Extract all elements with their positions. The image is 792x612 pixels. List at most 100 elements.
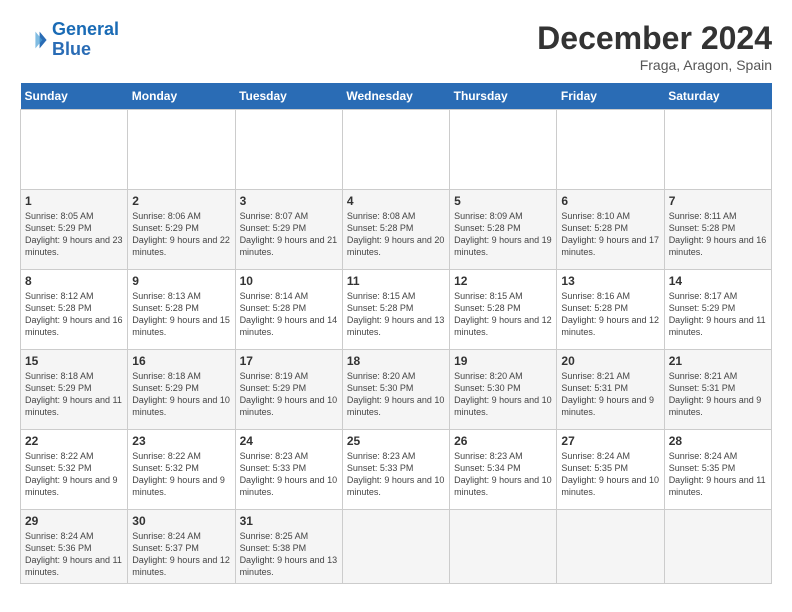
calendar-cell: 25 Sunrise: 8:23 AMSunset: 5:33 PMDayligh… (342, 430, 449, 510)
day-number: 10 (240, 274, 338, 288)
day-info: Sunrise: 8:17 AMSunset: 5:29 PMDaylight:… (669, 290, 767, 339)
day-number: 30 (132, 514, 230, 528)
calendar-cell (342, 510, 449, 584)
logo: General Blue (20, 20, 119, 60)
day-number: 2 (132, 194, 230, 208)
day-info: Sunrise: 8:13 AMSunset: 5:28 PMDaylight:… (132, 290, 230, 339)
day-number: 12 (454, 274, 552, 288)
day-info: Sunrise: 8:07 AMSunset: 5:29 PMDaylight:… (240, 210, 338, 259)
day-info: Sunrise: 8:12 AMSunset: 5:28 PMDaylight:… (25, 290, 123, 339)
calendar-cell (450, 110, 557, 190)
calendar-cell: 20 Sunrise: 8:21 AMSunset: 5:31 PMDayligh… (557, 350, 664, 430)
location: Fraga, Aragon, Spain (537, 57, 772, 73)
page-header: General Blue December 2024 Fraga, Aragon… (20, 20, 772, 73)
day-info: Sunrise: 8:08 AMSunset: 5:28 PMDaylight:… (347, 210, 445, 259)
logo-text: General Blue (52, 20, 119, 60)
day-number: 21 (669, 354, 767, 368)
calendar-cell: 8 Sunrise: 8:12 AMSunset: 5:28 PMDaylight… (21, 270, 128, 350)
col-header-tuesday: Tuesday (235, 83, 342, 110)
col-header-wednesday: Wednesday (342, 83, 449, 110)
day-number: 6 (561, 194, 659, 208)
day-number: 25 (347, 434, 445, 448)
day-number: 7 (669, 194, 767, 208)
calendar-cell: 10Sunrise: 8:14 AMSunset: 5:28 PMDayligh… (235, 270, 342, 350)
day-number: 22 (25, 434, 123, 448)
day-info: Sunrise: 8:11 AMSunset: 5:28 PMDaylight:… (669, 210, 767, 259)
calendar-cell: 24 Sunrise: 8:23 AMSunset: 5:33 PMDayligh… (235, 430, 342, 510)
day-number: 4 (347, 194, 445, 208)
calendar-cell: 19Sunrise: 8:20 AMSunset: 5:30 PMDayligh… (450, 350, 557, 430)
day-info: Sunrise: 8:19 AMSunset: 5:29 PMDaylight:… (240, 370, 338, 419)
col-header-sunday: Sunday (21, 83, 128, 110)
day-info: Sunrise: 8:22 AMSunset: 5:32 PMDaylight:… (132, 450, 230, 499)
calendar-cell (21, 110, 128, 190)
calendar-cell: 13Sunrise: 8:16 AMSunset: 5:28 PMDayligh… (557, 270, 664, 350)
day-info: Sunrise: 8:21 AMSunset: 5:31 PMDaylight:… (561, 370, 659, 419)
day-info: Sunrise: 8:23 AMSunset: 5:33 PMDaylight:… (240, 450, 338, 499)
calendar-cell: 3 Sunrise: 8:07 AMSunset: 5:29 PMDaylight… (235, 190, 342, 270)
calendar-cell: 16 Sunrise: 8:18 AMSunset: 5:29 PMDayligh… (128, 350, 235, 430)
day-number: 5 (454, 194, 552, 208)
calendar-cell: 31Sunrise: 8:25 AMSunset: 5:38 PMDayligh… (235, 510, 342, 584)
calendar-cell: 22 Sunrise: 8:22 AMSunset: 5:32 PMDayligh… (21, 430, 128, 510)
calendar-cell: 2 Sunrise: 8:06 AMSunset: 5:29 PMDaylight… (128, 190, 235, 270)
calendar-cell: 12Sunrise: 8:15 AMSunset: 5:28 PMDayligh… (450, 270, 557, 350)
calendar-cell: 17Sunrise: 8:19 AMSunset: 5:29 PMDayligh… (235, 350, 342, 430)
calendar-cell: 5 Sunrise: 8:09 AMSunset: 5:28 PMDaylight… (450, 190, 557, 270)
calendar-cell: 7 Sunrise: 8:11 AMSunset: 5:28 PMDaylight… (664, 190, 771, 270)
day-info: Sunrise: 8:23 AMSunset: 5:34 PMDaylight:… (454, 450, 552, 499)
day-info: Sunrise: 8:24 AMSunset: 5:37 PMDaylight:… (132, 530, 230, 579)
calendar-cell: 4 Sunrise: 8:08 AMSunset: 5:28 PMDaylight… (342, 190, 449, 270)
calendar-cell: 1Sunrise: 8:05 AMSunset: 5:29 PMDaylight… (21, 190, 128, 270)
day-info: Sunrise: 8:09 AMSunset: 5:28 PMDaylight:… (454, 210, 552, 259)
day-number: 1 (25, 194, 123, 208)
day-number: 9 (132, 274, 230, 288)
day-info: Sunrise: 8:16 AMSunset: 5:28 PMDaylight:… (561, 290, 659, 339)
day-number: 26 (454, 434, 552, 448)
calendar-cell: 29Sunrise: 8:24 AMSunset: 5:36 PMDayligh… (21, 510, 128, 584)
calendar-cell (342, 110, 449, 190)
col-header-saturday: Saturday (664, 83, 771, 110)
day-number: 28 (669, 434, 767, 448)
calendar-header-row: SundayMondayTuesdayWednesdayThursdayFrid… (21, 83, 772, 110)
day-info: Sunrise: 8:20 AMSunset: 5:30 PMDaylight:… (347, 370, 445, 419)
day-number: 23 (132, 434, 230, 448)
calendar-cell: 26 Sunrise: 8:23 AMSunset: 5:34 PMDayligh… (450, 430, 557, 510)
day-number: 19 (454, 354, 552, 368)
calendar-table: SundayMondayTuesdayWednesdayThursdayFrid… (20, 83, 772, 584)
day-number: 16 (132, 354, 230, 368)
day-number: 31 (240, 514, 338, 528)
day-info: Sunrise: 8:21 AMSunset: 5:31 PMDaylight:… (669, 370, 767, 419)
day-number: 14 (669, 274, 767, 288)
day-number: 15 (25, 354, 123, 368)
calendar-cell: 9 Sunrise: 8:13 AMSunset: 5:28 PMDaylight… (128, 270, 235, 350)
logo-icon (20, 26, 48, 54)
day-number: 20 (561, 354, 659, 368)
calendar-cell: 15Sunrise: 8:18 AMSunset: 5:29 PMDayligh… (21, 350, 128, 430)
day-number: 29 (25, 514, 123, 528)
day-number: 18 (347, 354, 445, 368)
day-number: 3 (240, 194, 338, 208)
calendar-cell (664, 510, 771, 584)
col-header-monday: Monday (128, 83, 235, 110)
calendar-cell (557, 510, 664, 584)
calendar-cell: 30 Sunrise: 8:24 AMSunset: 5:37 PMDayligh… (128, 510, 235, 584)
calendar-cell (128, 110, 235, 190)
day-number: 24 (240, 434, 338, 448)
title-block: December 2024 Fraga, Aragon, Spain (537, 20, 772, 73)
calendar-cell: 18 Sunrise: 8:20 AMSunset: 5:30 PMDayligh… (342, 350, 449, 430)
day-info: Sunrise: 8:23 AMSunset: 5:33 PMDaylight:… (347, 450, 445, 499)
calendar-cell: 14 Sunrise: 8:17 AMSunset: 5:29 PMDayligh… (664, 270, 771, 350)
day-number: 8 (25, 274, 123, 288)
col-header-friday: Friday (557, 83, 664, 110)
calendar-cell (557, 110, 664, 190)
calendar-cell (450, 510, 557, 584)
day-info: Sunrise: 8:06 AMSunset: 5:29 PMDaylight:… (132, 210, 230, 259)
day-info: Sunrise: 8:22 AMSunset: 5:32 PMDaylight:… (25, 450, 123, 499)
day-info: Sunrise: 8:15 AMSunset: 5:28 PMDaylight:… (347, 290, 445, 339)
calendar-cell (235, 110, 342, 190)
day-number: 27 (561, 434, 659, 448)
calendar-cell: 11Sunrise: 8:15 AMSunset: 5:28 PMDayligh… (342, 270, 449, 350)
day-info: Sunrise: 8:24 AMSunset: 5:35 PMDaylight:… (561, 450, 659, 499)
day-info: Sunrise: 8:18 AMSunset: 5:29 PMDaylight:… (132, 370, 230, 419)
